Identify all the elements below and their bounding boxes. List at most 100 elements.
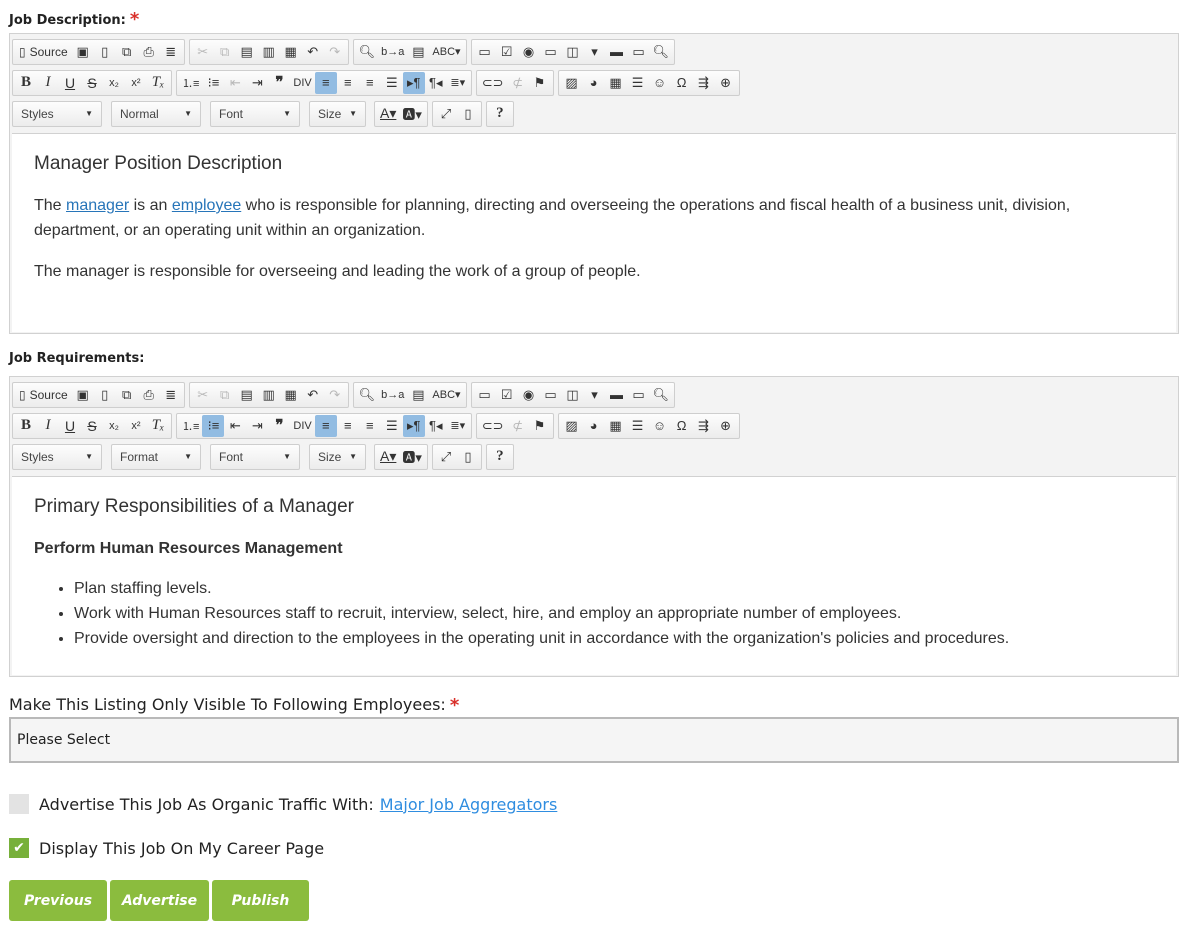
table-icon[interactable]: ▦ bbox=[605, 415, 627, 437]
source-button[interactable]: ▯ Source bbox=[15, 384, 72, 406]
size-dropdown[interactable]: Size ▼ bbox=[309, 443, 366, 470]
horizontal-line-icon[interactable]: ☰ bbox=[627, 415, 649, 437]
align-right-icon[interactable]: ≡ bbox=[359, 415, 381, 437]
print-icon[interactable]: ⎙ bbox=[138, 384, 160, 406]
editor-content-area[interactable]: Manager Position Description The manager… bbox=[12, 133, 1176, 332]
radio-icon[interactable]: ◉ bbox=[518, 41, 540, 63]
maximize-icon[interactable]: ⤢ bbox=[435, 103, 457, 125]
align-center-icon[interactable]: ≡ bbox=[337, 415, 359, 437]
font-dropdown[interactable]: Font ▼ bbox=[210, 100, 300, 127]
subscript-icon[interactable]: x₂ bbox=[103, 72, 125, 94]
align-center-icon[interactable]: ≡ bbox=[337, 72, 359, 94]
replace-icon[interactable]: b→a bbox=[378, 384, 407, 406]
advertise-organic-checkbox[interactable] bbox=[9, 794, 29, 814]
iframe-globe-icon[interactable]: ⊕ bbox=[715, 415, 737, 437]
text-color-icon[interactable]: A▾ bbox=[377, 103, 399, 125]
size-dropdown[interactable]: Size ▼ bbox=[309, 100, 366, 127]
button-field-icon[interactable]: ▬ bbox=[606, 384, 628, 406]
save-icon[interactable]: ▣ bbox=[72, 41, 94, 63]
text-color-icon[interactable]: A▾ bbox=[377, 446, 399, 468]
outdent-icon[interactable]: ⇤ bbox=[224, 415, 246, 437]
publish-button[interactable]: Publish bbox=[212, 880, 309, 921]
maximize-icon[interactable]: ⤢ bbox=[435, 446, 457, 468]
bold-icon[interactable]: B bbox=[15, 72, 37, 94]
image-icon[interactable]: ▨ bbox=[561, 415, 583, 437]
replace-icon[interactable]: b→a bbox=[378, 41, 407, 63]
advertise-button[interactable]: Advertise bbox=[110, 880, 209, 921]
italic-icon[interactable]: I bbox=[37, 415, 59, 437]
format-dropdown[interactable]: Format ▼ bbox=[111, 443, 201, 470]
hidden-field-icon[interactable]: 🔍︎ bbox=[650, 384, 673, 406]
justify-icon[interactable]: ☰ bbox=[381, 72, 403, 94]
div-container-icon[interactable]: DIV bbox=[290, 415, 314, 437]
copy-icon[interactable]: ⧉ bbox=[214, 384, 236, 406]
background-color-icon[interactable]: 🅰▾ bbox=[399, 446, 425, 468]
select-field-icon[interactable]: ▾ bbox=[584, 41, 606, 63]
styles-dropdown[interactable]: Styles ▼ bbox=[12, 443, 102, 470]
form-icon[interactable]: ▭ bbox=[474, 41, 496, 63]
unlink-icon[interactable]: ⊄ bbox=[507, 72, 529, 94]
paste-word-icon[interactable]: ▦ bbox=[280, 384, 302, 406]
bulleted-list-icon[interactable]: ⁝≡ bbox=[202, 414, 225, 437]
major-job-aggregators-link[interactable]: Major Job Aggregators bbox=[380, 795, 558, 814]
editor-content-area[interactable]: Primary Responsibilities of a Manager Pe… bbox=[12, 476, 1176, 675]
checkbox-icon[interactable]: ☑ bbox=[496, 41, 518, 63]
underline-icon[interactable]: U bbox=[59, 72, 81, 94]
cut-icon[interactable]: ✂ bbox=[192, 41, 214, 63]
format-dropdown[interactable]: Normal ▼ bbox=[111, 100, 201, 127]
align-left-icon[interactable]: ≡ bbox=[314, 71, 337, 94]
checkbox-icon[interactable]: ☑ bbox=[496, 384, 518, 406]
preview-icon[interactable]: ⧉ bbox=[116, 384, 138, 406]
redo-icon[interactable]: ↷ bbox=[324, 384, 346, 406]
copy-icon[interactable]: ⧉ bbox=[214, 41, 236, 63]
image-button-icon[interactable]: ▭ bbox=[628, 384, 650, 406]
previous-button[interactable]: Previous bbox=[9, 880, 107, 921]
page-break-icon[interactable]: ⇶ bbox=[693, 72, 715, 94]
blockquote-icon[interactable]: ❞ bbox=[268, 415, 290, 437]
blockquote-icon[interactable]: ❞ bbox=[268, 72, 290, 94]
image-icon[interactable]: ▨ bbox=[561, 72, 583, 94]
help-icon[interactable]: ? bbox=[489, 446, 511, 468]
smiley-icon[interactable]: ☺ bbox=[649, 72, 671, 94]
subscript-icon[interactable]: x₂ bbox=[103, 415, 125, 437]
paste-text-icon[interactable]: ▥ bbox=[258, 384, 280, 406]
bulleted-list-icon[interactable]: ⁝≡ bbox=[202, 72, 224, 94]
select-all-icon[interactable]: ▤ bbox=[407, 41, 429, 63]
hidden-field-icon[interactable]: 🔍︎ bbox=[650, 41, 673, 63]
show-blocks-icon[interactable]: ▯ bbox=[457, 103, 479, 125]
indent-icon[interactable]: ⇥ bbox=[246, 72, 268, 94]
find-icon[interactable]: 🔍︎ bbox=[356, 384, 379, 406]
table-icon[interactable]: ▦ bbox=[605, 72, 627, 94]
paste-text-icon[interactable]: ▥ bbox=[258, 41, 280, 63]
new-page-icon[interactable]: ▯ bbox=[94, 41, 116, 63]
styles-dropdown[interactable]: Styles ▼ bbox=[12, 100, 102, 127]
form-icon[interactable]: ▭ bbox=[474, 384, 496, 406]
special-char-icon[interactable]: Ω bbox=[671, 415, 693, 437]
source-button[interactable]: ▯ Source bbox=[15, 41, 72, 63]
italic-icon[interactable]: I bbox=[37, 72, 59, 94]
font-dropdown[interactable]: Font ▼ bbox=[210, 443, 300, 470]
superscript-icon[interactable]: x² bbox=[125, 72, 147, 94]
employee-visibility-select[interactable]: Please Select bbox=[9, 717, 1179, 763]
ltr-icon[interactable]: ▸¶ bbox=[402, 414, 425, 437]
paste-icon[interactable]: ▤ bbox=[236, 41, 258, 63]
rtl-icon[interactable]: ¶◂ bbox=[425, 415, 447, 437]
help-icon[interactable]: ? bbox=[489, 103, 511, 125]
spellcheck-icon[interactable]: ABC▾ bbox=[429, 41, 463, 63]
preview-icon[interactable]: ⧉ bbox=[116, 41, 138, 63]
unlink-icon[interactable]: ⊄ bbox=[507, 415, 529, 437]
image-button-icon[interactable]: ▭ bbox=[628, 41, 650, 63]
find-icon[interactable]: 🔍︎ bbox=[356, 41, 379, 63]
remove-format-icon[interactable]: Tₓ bbox=[147, 72, 169, 94]
strikethrough-icon[interactable]: S bbox=[81, 72, 103, 94]
underline-icon[interactable]: U bbox=[59, 415, 81, 437]
page-break-icon[interactable]: ⇶ bbox=[693, 415, 715, 437]
ltr-icon[interactable]: ▸¶ bbox=[402, 71, 425, 94]
spellcheck-icon[interactable]: ABC▾ bbox=[429, 384, 463, 406]
select-all-icon[interactable]: ▤ bbox=[407, 384, 429, 406]
paste-word-icon[interactable]: ▦ bbox=[280, 41, 302, 63]
language-icon[interactable]: ≣▾ bbox=[447, 72, 469, 94]
redo-icon[interactable]: ↷ bbox=[324, 41, 346, 63]
textfield-icon[interactable]: ▭ bbox=[540, 384, 562, 406]
background-color-icon[interactable]: 🅰▾ bbox=[399, 103, 425, 125]
